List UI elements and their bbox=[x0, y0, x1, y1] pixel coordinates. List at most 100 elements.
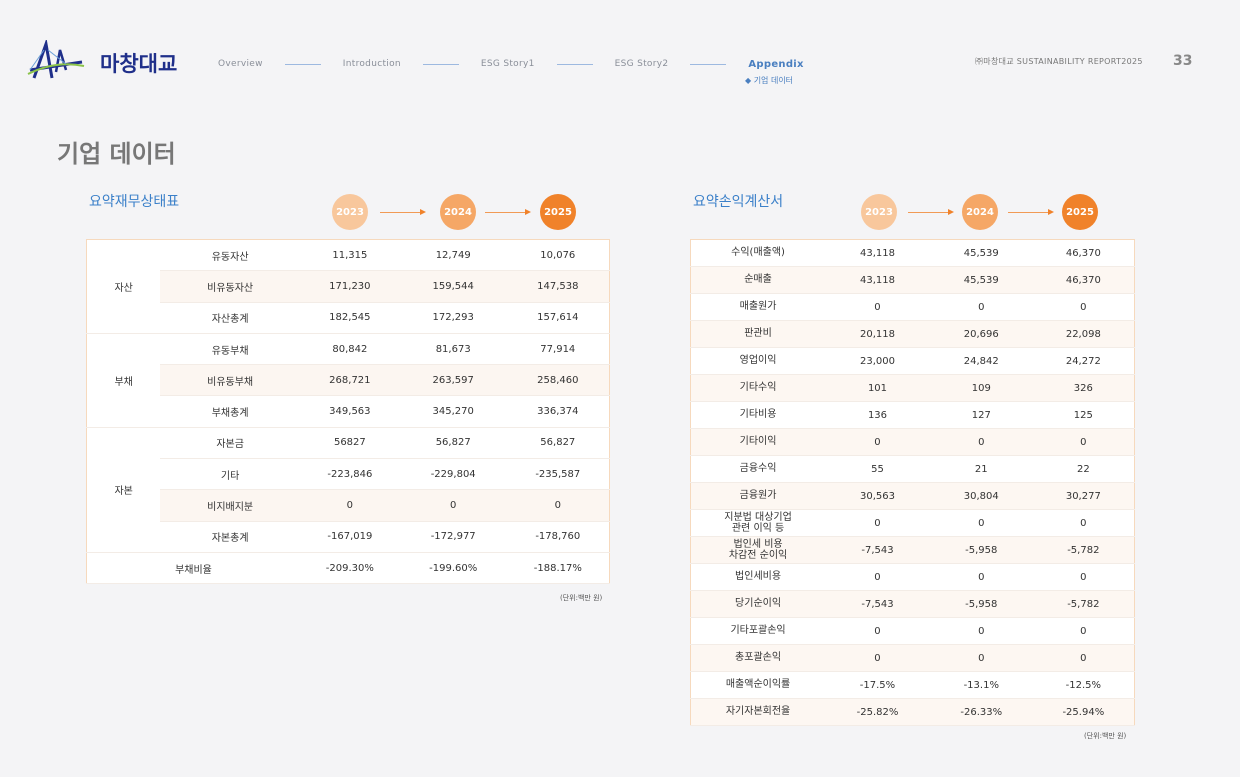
cell-value: 43,118 bbox=[825, 239, 930, 267]
nav-esg-story1[interactable]: ESG Story1 bbox=[481, 59, 535, 69]
cell-value: 157,614 bbox=[506, 302, 610, 334]
nav-esg-story2[interactable]: ESG Story2 bbox=[615, 59, 669, 69]
cell-value: -178,760 bbox=[506, 521, 610, 553]
row-label: 판관비 bbox=[690, 320, 826, 348]
cell-value: 258,460 bbox=[506, 364, 610, 397]
row-label: 매출원가 bbox=[690, 293, 826, 321]
cell-value: 0 bbox=[929, 293, 1033, 321]
cell-value: 0 bbox=[929, 509, 1033, 537]
row-label: 부채총계 bbox=[160, 395, 300, 428]
cell-value: 0 bbox=[825, 509, 930, 537]
cell-value: 0 bbox=[929, 428, 1033, 456]
cell-value: 56827 bbox=[299, 427, 400, 460]
row-label: 순매출 bbox=[690, 266, 826, 294]
cell-value: 30,277 bbox=[1032, 482, 1135, 510]
cell-value: 0 bbox=[825, 563, 930, 591]
table-row: 부채총계 349,563 345,270 336,374 bbox=[87, 395, 610, 428]
table-row: 지분법 대상기업 관련 이익 등000 bbox=[690, 509, 1135, 537]
group-label: 자산 bbox=[86, 239, 161, 334]
cell-value: 0 bbox=[825, 617, 930, 645]
cell-value: 20,118 bbox=[825, 320, 930, 348]
group-label: 자본 bbox=[86, 427, 161, 553]
cell-value: 171,230 bbox=[299, 270, 400, 303]
cell-value: -7,543 bbox=[825, 590, 930, 618]
table-row: 자본총계 -167,019 -172,977 -178,760 bbox=[87, 521, 610, 553]
cell-value: -25.94% bbox=[1032, 698, 1135, 726]
cell-value: 24,272 bbox=[1032, 347, 1135, 375]
cell-value: 0 bbox=[929, 563, 1033, 591]
company-logo[interactable]: 마창대교 bbox=[26, 40, 186, 82]
nav-appendix[interactable]: Appendix bbox=[748, 59, 803, 70]
row-label: 법인세 비용 차감전 순이익 bbox=[690, 536, 826, 564]
cell-value: 45,539 bbox=[929, 239, 1033, 267]
bridge-logo-icon bbox=[27, 40, 85, 79]
cell-value: 147,538 bbox=[506, 270, 610, 303]
cell-value: -167,019 bbox=[299, 521, 400, 553]
row-label: 매출액순이익률 bbox=[690, 671, 826, 699]
cell-value: 46,370 bbox=[1032, 266, 1135, 294]
row-label: 자본총계 bbox=[160, 521, 300, 553]
cell-value: 0 bbox=[929, 644, 1033, 672]
cell-value: -5,782 bbox=[1032, 536, 1135, 564]
cell-value: 159,544 bbox=[399, 270, 507, 303]
cell-value: 0 bbox=[1032, 293, 1135, 321]
cell-value: 101 bbox=[825, 374, 930, 402]
table-row: 기타수익 101 109 326 bbox=[690, 374, 1135, 402]
row-label: 비유동자산 bbox=[160, 270, 300, 303]
nav-introduction[interactable]: Introduction bbox=[343, 59, 401, 69]
arrow-icon bbox=[380, 209, 426, 215]
year-badge-2023: 2023 bbox=[861, 194, 897, 230]
table-row: 기타이익 0 0 0 bbox=[690, 428, 1135, 456]
cell-value: -25.82% bbox=[825, 698, 930, 726]
nav-divider bbox=[556, 63, 593, 65]
row-label: 총포괄손익 bbox=[690, 644, 826, 672]
cell-value: 0 bbox=[299, 489, 400, 522]
table-row: 금융원가 30,563 30,804 30,277 bbox=[690, 482, 1135, 510]
cell-value: 326 bbox=[1032, 374, 1135, 402]
cell-value: 30,563 bbox=[825, 482, 930, 510]
nav-sub-item[interactable]: ◆ 기업 데이터 bbox=[745, 75, 793, 86]
cell-value: 0 bbox=[1032, 563, 1135, 591]
cell-value: 345,270 bbox=[399, 395, 507, 428]
cell-value: 336,374 bbox=[506, 395, 610, 428]
table-row: 비지배지분 0 0 0 bbox=[87, 489, 610, 522]
table-row: 자산총계 182,545 172,293 157,614 bbox=[87, 302, 610, 334]
table-row: 자기자본회전율 -25.82% -26.33% -25.94% bbox=[690, 698, 1135, 726]
year-badge-2025: 2025 bbox=[540, 194, 576, 230]
cell-value: 127 bbox=[929, 401, 1033, 429]
row-label: 비유동부채 bbox=[160, 364, 300, 397]
arrow-icon bbox=[485, 209, 531, 215]
cell-value: 136 bbox=[825, 401, 930, 429]
cell-value: 0 bbox=[825, 644, 930, 672]
balance-sheet-title: 요약재무상태표 bbox=[89, 194, 180, 210]
row-label: 유동부채 bbox=[160, 333, 300, 366]
cell-value: 24,842 bbox=[929, 347, 1033, 375]
cell-value: -199.60% bbox=[399, 552, 507, 585]
cell-value: 109 bbox=[929, 374, 1033, 402]
cell-value: -5,958 bbox=[929, 536, 1033, 564]
cell-value: 77,914 bbox=[506, 333, 610, 366]
cell-value: 22,098 bbox=[1032, 320, 1135, 348]
row-label: 지분법 대상기업 관련 이익 등 bbox=[690, 509, 826, 537]
nav-overview[interactable]: Overview bbox=[218, 59, 263, 69]
row-label: 기타비용 bbox=[690, 401, 826, 429]
cell-value: -5,958 bbox=[929, 590, 1033, 618]
balance-sheet-table: 자산 유동자산 11,315 12,749 10,076 비유동자산 171,2… bbox=[86, 239, 610, 585]
row-label: 비지배지분 bbox=[160, 489, 300, 522]
cell-value: -188.17% bbox=[506, 552, 610, 585]
table-row: 비유동부채 268,721 263,597 258,460 bbox=[87, 364, 610, 397]
cell-value: 81,673 bbox=[399, 333, 507, 366]
top-nav: Overview Introduction ESG Story1 ESG Sto… bbox=[218, 56, 804, 72]
cell-value: 263,597 bbox=[399, 364, 507, 397]
row-label: 금융수익 bbox=[690, 455, 826, 483]
row-label: 영업이익 bbox=[690, 347, 826, 375]
table-row: 당기순이익 -7,543 -5,958 -5,782 bbox=[690, 590, 1135, 618]
cell-value: -209.30% bbox=[299, 552, 400, 585]
arrow-icon bbox=[1008, 209, 1054, 215]
cell-value: 12,749 bbox=[399, 239, 507, 272]
year-badge-2024: 2024 bbox=[440, 194, 476, 230]
cell-value: 10,076 bbox=[506, 239, 610, 272]
table-row: 자본 자본금 56827 56,827 56,827 bbox=[86, 427, 610, 553]
nav-divider bbox=[422, 63, 459, 65]
cell-value: 56,827 bbox=[399, 427, 507, 460]
